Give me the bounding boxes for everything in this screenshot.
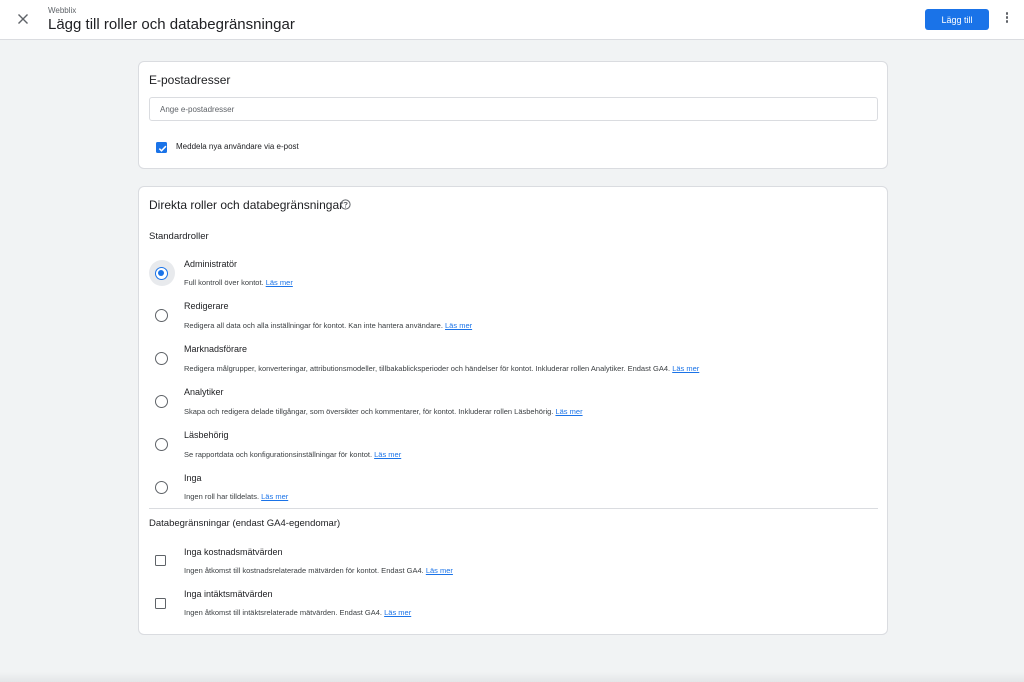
role-label-administrator: Administratör bbox=[184, 259, 238, 269]
learn-more-link[interactable]: Läs mer bbox=[374, 450, 401, 459]
add-button[interactable]: Lägg till bbox=[925, 9, 989, 30]
restriction-desc-cost: Ingen åtkomst till kostnadsrelaterade mä… bbox=[184, 566, 453, 575]
learn-more-link[interactable]: Läs mer bbox=[445, 321, 472, 330]
roles-card: Direkta roller och databegränsningar Sta… bbox=[138, 186, 888, 635]
role-label-viewer: Läsbehörig bbox=[184, 430, 229, 440]
page-footer-shadow bbox=[0, 672, 1024, 682]
restriction-label-cost: Inga kostnadsmätvärden bbox=[184, 547, 283, 557]
role-desc-editor: Redigera all data och alla inställningar… bbox=[184, 321, 473, 330]
notify-checkbox[interactable] bbox=[156, 142, 167, 153]
email-card-title: E-postadresser bbox=[149, 73, 231, 87]
page-title: Lägg till roller och databegränsningar bbox=[48, 16, 295, 33]
role-desc-viewer: Se rapportdata och konfigurationsinställ… bbox=[184, 450, 402, 459]
role-label-marketer: Marknadsförare bbox=[184, 344, 248, 354]
email-input[interactable] bbox=[149, 97, 878, 121]
notify-label: Meddela nya användare via e-post bbox=[176, 142, 299, 151]
restriction-desc-revenue: Ingen åtkomst till intäktsrelaterade mät… bbox=[184, 608, 412, 617]
no-revenue-metrics-checkbox[interactable] bbox=[155, 598, 166, 609]
radio-editor[interactable] bbox=[155, 309, 168, 322]
learn-more-link[interactable]: Läs mer bbox=[426, 566, 453, 575]
role-label-none: Inga bbox=[184, 473, 202, 483]
role-desc-administrator: Full kontroll över kontot. Läs mer bbox=[184, 278, 293, 287]
restrictions-title: Databegränsningar (endast GA4-egendomar) bbox=[149, 518, 341, 529]
role-label-analyst: Analytiker bbox=[184, 387, 224, 397]
section-divider bbox=[149, 508, 878, 509]
learn-more-link[interactable]: Läs mer bbox=[555, 407, 582, 416]
learn-more-link[interactable]: Läs mer bbox=[266, 278, 293, 287]
help-circle-icon[interactable] bbox=[340, 197, 351, 210]
learn-more-link[interactable]: Läs mer bbox=[672, 364, 699, 373]
radio-viewer[interactable] bbox=[155, 438, 168, 451]
learn-more-link[interactable]: Läs mer bbox=[261, 492, 288, 501]
role-desc-none: Ingen roll har tilldelats. Läs mer bbox=[184, 492, 289, 501]
radio-analyst[interactable] bbox=[155, 395, 168, 408]
standard-roles-title: Standardroller bbox=[149, 231, 209, 242]
restriction-label-revenue: Inga intäktsmätvärden bbox=[184, 589, 273, 599]
app-name: Webblix bbox=[48, 6, 77, 15]
radio-administrator[interactable] bbox=[155, 267, 168, 280]
role-label-editor: Redigerare bbox=[184, 301, 229, 311]
more-vert-icon[interactable] bbox=[1002, 12, 1012, 28]
email-card: E-postadresser Meddela nya användare via… bbox=[138, 61, 888, 169]
role-desc-analyst: Skapa och redigera delade tillgångar, so… bbox=[184, 407, 583, 416]
radio-none[interactable] bbox=[155, 481, 168, 494]
role-desc-marketer: Redigera målgrupper, konverteringar, att… bbox=[184, 364, 700, 373]
top-app-bar: Webblix Lägg till roller och databegräns… bbox=[0, 0, 1024, 40]
check-icon bbox=[158, 145, 166, 152]
learn-more-link[interactable]: Läs mer bbox=[384, 608, 411, 617]
roles-card-title: Direkta roller och databegränsningar bbox=[149, 198, 344, 212]
radio-marketer[interactable] bbox=[155, 352, 168, 365]
no-cost-metrics-checkbox[interactable] bbox=[155, 555, 166, 566]
close-icon[interactable] bbox=[14, 10, 32, 28]
